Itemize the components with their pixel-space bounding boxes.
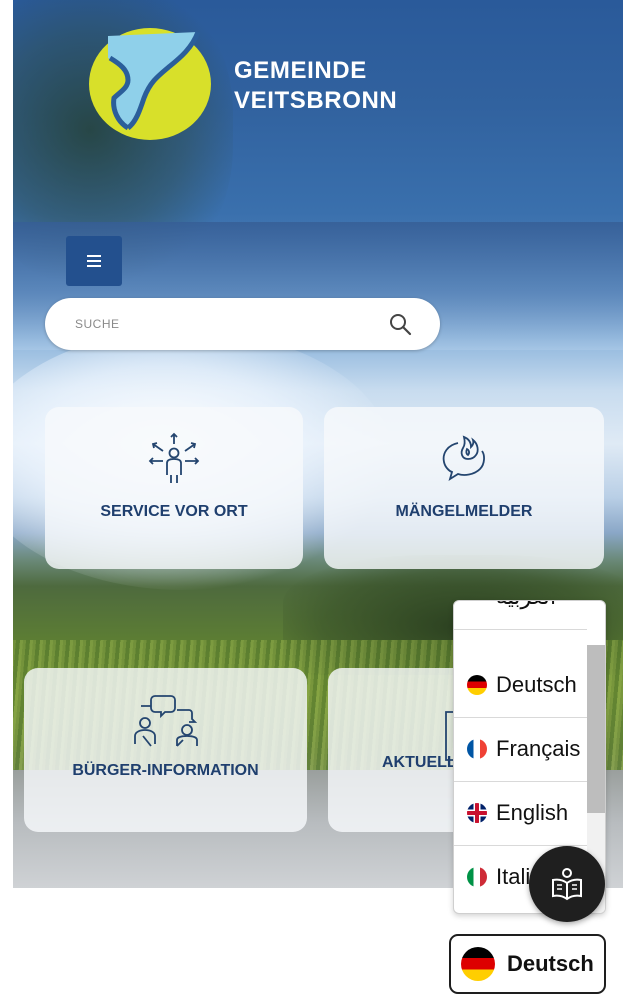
chat-fire-icon (442, 435, 485, 481)
language-label: العربية (496, 601, 556, 610)
people-chat-icon (133, 695, 198, 747)
language-label: Deutsch (496, 672, 577, 697)
flag-germany-icon (467, 675, 487, 695)
brand-line-2: VEITSBRONN (234, 87, 398, 114)
veitsbronn-logo[interactable] (88, 18, 216, 142)
flag-france-icon (467, 739, 487, 759)
language-option-english[interactable]: English (454, 781, 587, 846)
language-option-francais[interactable]: Français (454, 717, 587, 782)
language-label: English (496, 800, 569, 825)
tile-label: SERVICE VOR ORT (100, 503, 248, 520)
search-bar (45, 298, 440, 350)
tile-service-vor-ort[interactable]: SERVICE VOR ORT (45, 407, 303, 569)
search-icon[interactable] (388, 312, 412, 336)
language-option-arabic[interactable]: العربية (454, 601, 587, 630)
dropdown-scroll-thumb[interactable] (587, 645, 605, 813)
reader-book-icon (552, 868, 582, 901)
current-language-label: Deutsch (507, 951, 594, 976)
tile-label: BÜRGER-INFORMATION (72, 762, 259, 779)
flag-saudi-icon (467, 601, 487, 607)
hamburger-icon (87, 255, 101, 267)
tile-label: MÄNGELMELDER (395, 503, 533, 520)
brand-line-1: GEMEINDE (234, 57, 367, 84)
tile-maengelmelder[interactable]: MÄNGELMELDER (324, 407, 604, 569)
search-input[interactable] (73, 316, 377, 332)
language-option-deutsch[interactable]: Deutsch (454, 653, 587, 718)
language-selector-button[interactable]: Deutsch (449, 934, 606, 994)
flag-germany-icon (461, 947, 495, 981)
tile-buerger-information[interactable]: BÜRGER-INFORMATION (24, 668, 307, 832)
municipality-name[interactable]: GEMEINDE VEITSBRONN (234, 56, 397, 116)
language-label: Français (496, 736, 581, 761)
flag-italy-icon (467, 867, 487, 887)
reader-button[interactable] (529, 846, 605, 922)
person-arrows-icon (148, 432, 200, 483)
flag-uk-icon (467, 803, 487, 823)
menu-button[interactable] (66, 236, 122, 286)
